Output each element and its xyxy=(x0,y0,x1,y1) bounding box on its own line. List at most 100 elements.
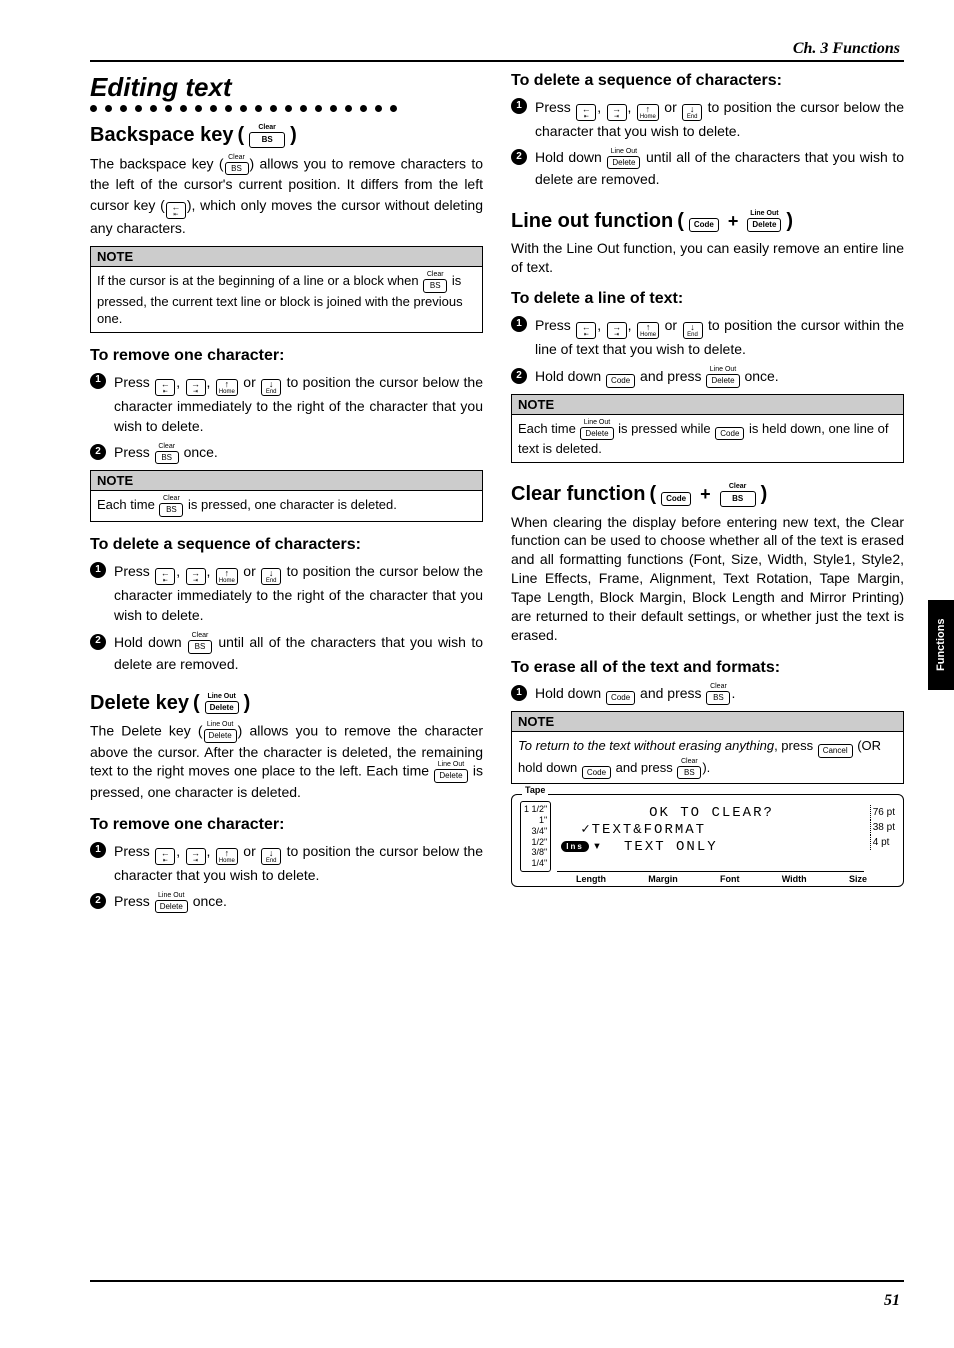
left-arrow-key-icon: .←⇤ xyxy=(155,371,175,396)
clear-intro: When clearing the display before enterin… xyxy=(511,513,904,645)
step-1-del-seq: 1 Press .←⇤, .→⇥, .↑Home or .↓End to pos… xyxy=(511,96,904,141)
bs-key-icon: ClearBS xyxy=(159,495,183,517)
end-key-icon: .↓End xyxy=(261,560,281,585)
bs-key-icon: ClearBS xyxy=(155,443,179,465)
step-2-del-seq: 2 Hold down Line OutDelete until all of … xyxy=(511,147,904,189)
home-key-icon: .↑Home xyxy=(637,314,659,339)
right-arrow-key-icon: .→⇥ xyxy=(186,371,206,396)
cancel-key-icon: .Cancel xyxy=(818,736,853,758)
delete-key-icon: Line Out Delete xyxy=(205,693,239,715)
delete-key-icon: Line OutDelete xyxy=(434,761,467,783)
delete-key-icon: Line OutDelete xyxy=(706,366,739,388)
lcd-bottom-labels: Length Margin Font Width Size xyxy=(520,872,895,884)
right-arrow-key-icon: .→⇥ xyxy=(186,840,206,865)
note-header: NOTE xyxy=(91,247,482,267)
home-key-icon: .↑Home xyxy=(637,96,659,121)
bs-key-icon: ClearBS xyxy=(706,683,730,705)
step-1-lineout: 1 Press .←⇤, .→⇥, .↑Home or .↓End to pos… xyxy=(511,314,904,359)
heading-del-seq-bs: To delete a sequence of characters: xyxy=(90,536,483,554)
left-arrow-key-icon: .←⇤ xyxy=(166,194,186,219)
end-key-icon: .↓End xyxy=(261,840,281,865)
bullet-1-icon: 1 xyxy=(511,685,527,701)
bullet-2-icon: 2 xyxy=(90,893,106,909)
heading-del-seq-del: To delete a sequence of characters: xyxy=(511,72,904,90)
lcd-point-sizes: 76 pt 38 pt 4 pt xyxy=(870,801,895,872)
lcd-tape-sizes: 1 1/2" 1" 3/4" 1/2" 3/8" 1/4" xyxy=(520,801,551,872)
delete-key-icon: Line OutDelete xyxy=(607,148,640,170)
heading-clear: Clear function ( .Code + ClearBS ) xyxy=(511,483,904,507)
bullet-2-icon: 2 xyxy=(90,634,106,650)
note-header: NOTE xyxy=(512,712,903,732)
backspace-intro: The backspace key (ClearBS) allows you t… xyxy=(90,154,483,238)
lineout-intro: With the Line Out function, you can easi… xyxy=(511,239,904,277)
code-key-icon: .Code xyxy=(715,419,744,441)
heading-erase-all: To erase all of the text and formats: xyxy=(511,659,904,677)
bs-key-icon: ClearBS xyxy=(720,483,756,507)
bullet-2-icon: 2 xyxy=(90,444,106,460)
right-arrow-key-icon: .→⇥ xyxy=(607,314,627,339)
left-column: Editing text Backspace key ( Clear BS ) … xyxy=(90,72,483,919)
heading-backspace: Backspace key ( Clear BS ) xyxy=(90,124,483,148)
note-header: NOTE xyxy=(91,471,482,491)
header-rule xyxy=(90,60,904,62)
right-arrow-key-icon: .→⇥ xyxy=(186,560,206,585)
step-2-bs-remove: 2 Press ClearBS once. xyxy=(90,442,483,464)
right-arrow-key-icon: .→⇥ xyxy=(607,96,627,121)
side-tab-functions: Functions xyxy=(928,600,954,690)
step-2-del-remove: 2 Press Line OutDelete once. xyxy=(90,891,483,913)
bullet-2-icon: 2 xyxy=(511,368,527,384)
heading-delete-label: Delete key xyxy=(90,692,189,715)
heading-backspace-label: Backspace key xyxy=(90,124,233,147)
chapter-header: Ch. 3 Functions xyxy=(90,40,904,58)
step-1-del-remove: 1 Press .←⇤, .→⇥, .↑Home or .↓End to pos… xyxy=(90,840,483,885)
end-key-icon: .↓End xyxy=(261,371,281,396)
bullet-1-icon: 1 xyxy=(511,316,527,332)
bullet-1-icon: 1 xyxy=(90,373,106,389)
bs-key-icon: ClearBS xyxy=(423,271,447,293)
end-key-icon: .↓End xyxy=(682,96,702,121)
bs-key-icon: Clear BS xyxy=(249,124,285,148)
step-1-bs-seq: 1 Press .←⇤, .→⇥, .↑Home or .↓End to pos… xyxy=(90,560,483,626)
footer-rule xyxy=(90,1280,904,1282)
bs-key-icon: ClearBS xyxy=(225,154,249,176)
note-header: NOTE xyxy=(512,395,903,415)
lcd-display: Tape 1 1/2" 1" 3/4" 1/2" 3/8" 1/4" OK TO… xyxy=(511,794,904,887)
note-clear: NOTE To return to the text without erasi… xyxy=(511,711,904,784)
bullet-2-icon: 2 xyxy=(511,149,527,165)
heading-delete-line: To delete a line of text: xyxy=(511,290,904,308)
delete-intro: The Delete key (Line OutDelete) allows y… xyxy=(90,721,483,802)
heading-lineout: Line out function ( .Code + Line OutDele… xyxy=(511,210,904,233)
bullet-1-icon: 1 xyxy=(511,98,527,114)
left-arrow-key-icon: .←⇤ xyxy=(576,314,596,339)
dotted-rule xyxy=(90,105,483,112)
step-2-bs-seq: 2 Hold down ClearBS until all of the cha… xyxy=(90,632,483,674)
right-column: To delete a sequence of characters: 1 Pr… xyxy=(511,72,904,919)
page-number: 51 xyxy=(884,1292,900,1310)
lcd-main-area: OK TO CLEAR? ✓TEXT&FORMAT Ins▾ TEXT ONLY xyxy=(557,801,864,872)
step-1-bs-remove: 1 Press .←⇤, .→⇥, .↑Home or .↓End to pos… xyxy=(90,371,483,437)
code-key-icon: .Code xyxy=(582,758,611,780)
bullet-1-icon: 1 xyxy=(90,562,106,578)
heading-remove-one-del: To remove one character: xyxy=(90,816,483,834)
note-backspace: NOTE If the cursor is at the beginning o… xyxy=(90,246,483,333)
delete-key-icon: Line OutDelete xyxy=(580,419,613,441)
code-key-icon: .Code xyxy=(606,366,635,388)
heading-delete: Delete key ( Line Out Delete ) xyxy=(90,692,483,715)
code-key-icon: .Code xyxy=(606,683,635,705)
heading-remove-one-bs: To remove one character: xyxy=(90,347,483,365)
heading-lineout-label: Line out function xyxy=(511,210,673,233)
code-key-icon: .Code xyxy=(689,210,719,232)
bullet-1-icon: 1 xyxy=(90,842,106,858)
section-title: Editing text xyxy=(90,72,483,103)
bs-key-icon: ClearBS xyxy=(677,758,701,780)
step-2-lineout: 2 Hold down .Code and press Line OutDele… xyxy=(511,366,904,388)
note-lineout: NOTE Each time Line OutDelete is pressed… xyxy=(511,394,904,463)
note-bs-each: NOTE Each time ClearBS is pressed, one c… xyxy=(90,470,483,522)
heading-clear-label: Clear function xyxy=(511,483,645,506)
left-arrow-key-icon: .←⇤ xyxy=(576,96,596,121)
delete-key-icon: Line OutDelete xyxy=(747,210,781,232)
end-key-icon: .↓End xyxy=(683,314,703,339)
delete-key-icon: Line OutDelete xyxy=(155,892,188,914)
bs-key-icon: ClearBS xyxy=(188,632,212,654)
lcd-tape-label: Tape xyxy=(522,785,548,795)
